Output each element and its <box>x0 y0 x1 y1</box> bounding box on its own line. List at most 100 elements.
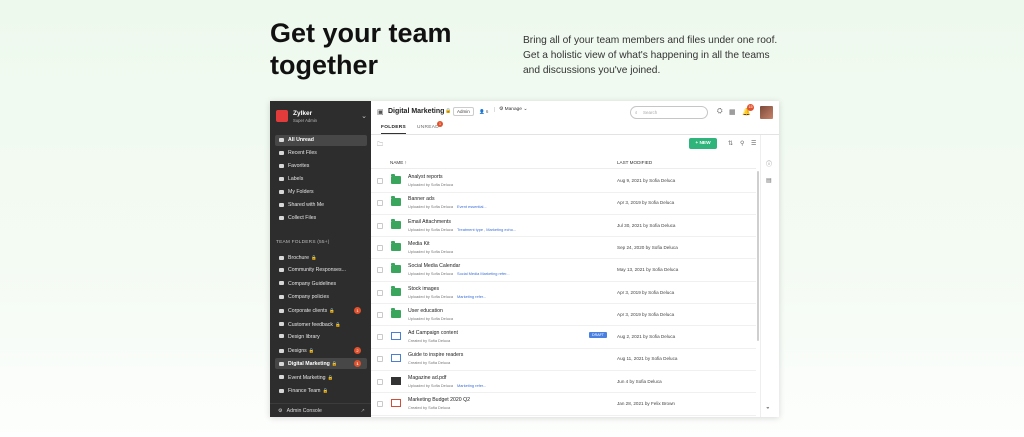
team-folder-finance-team[interactable]: Finance Team 🔒 <box>275 385 367 396</box>
sidebar-item-labels[interactable]: Labels <box>275 174 367 185</box>
file-name[interactable]: Social Media Calendar <box>408 263 460 269</box>
row-checkbox[interactable] <box>377 356 383 363</box>
file-modified: Aug 2, 2021 by Sofia Deluca <box>617 334 676 340</box>
file-name[interactable]: Guide to inspire readers <box>408 352 463 358</box>
team-folder-company-policies[interactable]: Company policies <box>275 292 367 303</box>
sidebar-item-label: Collect Files <box>288 215 317 221</box>
tab-unread[interactable]: UNREAD <box>417 125 439 130</box>
sidebar-item-my-folders[interactable]: My Folders <box>275 187 367 198</box>
file-name[interactable]: Marketing Budget 2020 Q2 <box>408 397 470 403</box>
team-folder-digital-marketing[interactable]: Digital Marketing 🔒 1 <box>275 358 367 370</box>
lock-icon: 🔒 <box>445 108 452 114</box>
team-folder-designs[interactable]: Designs 🔒 2 <box>275 345 367 356</box>
row-checkbox[interactable] <box>377 178 383 184</box>
table-row[interactable]: Analyst reports Uploaded by Sofia Deluca A… <box>371 170 756 193</box>
workspace-title: Digital Marketing <box>388 108 445 115</box>
row-checkbox[interactable] <box>377 200 383 207</box>
folder-icon <box>391 174 401 184</box>
tab-folders[interactable]: FOLDERS <box>381 125 407 134</box>
file-name[interactable]: Analyst reports <box>408 174 443 180</box>
column-header: NAME ↑ LAST MODIFIED <box>371 157 756 169</box>
row-checkbox[interactable] <box>377 244 383 251</box>
file-owner: Uploaded by Sofia Deluca <box>408 271 453 277</box>
manage-menu[interactable]: ⚙ Manage ⌄ <box>494 107 527 112</box>
table-row[interactable]: User education Uploaded by Sofia Deluca Ap… <box>371 304 756 327</box>
file-name[interactable]: Magazine ad.pdf <box>408 375 446 381</box>
org-switcher[interactable]: Zylker Super Admin ⌄ <box>276 109 368 125</box>
name-column-header[interactable]: NAME ↑ <box>390 160 407 165</box>
table-row[interactable]: Media Kit Uploaded by Sofia Deluca Sep 24,… <box>371 237 756 260</box>
team-folder-customer-feedback[interactable]: Customer feedback 🔒 <box>275 319 367 330</box>
integrations-icon[interactable]: ⛭ <box>717 108 723 116</box>
modified-column-header[interactable]: LAST MODIFIED <box>617 160 652 165</box>
row-checkbox[interactable] <box>377 267 383 274</box>
sidebar-item-collect-files[interactable]: Collect Files <box>275 213 367 224</box>
file-label[interactable]: Treatment type , Marketing echo... <box>457 227 516 232</box>
file-name[interactable]: Stock images <box>408 286 439 292</box>
table-row[interactable]: Social Media Calendar Uploaded by Sofia D… <box>371 259 756 282</box>
avatar[interactable] <box>760 106 773 119</box>
chevron-down-icon[interactable]: ⌄ <box>361 112 367 120</box>
sidebar-item-favorites[interactable]: Favorites <box>275 161 367 172</box>
table-row[interactable]: Magazine ad.pdf Uploaded by Sofia Deluca M… <box>371 371 756 394</box>
team-folder-corporate-clients[interactable]: Corporate clients 🔒 1 <box>275 305 367 316</box>
row-checkbox[interactable] <box>377 289 383 296</box>
sidebar-item-shared-with-me[interactable]: Shared with Me <box>275 200 367 211</box>
clock-icon <box>279 150 284 155</box>
table-row[interactable]: Marketing Budget 2020 Q2 Created by Sofia… <box>371 393 756 416</box>
team-folder-label: Designs <box>288 348 307 355</box>
info-icon[interactable]: ⓘ <box>766 159 772 168</box>
file-label[interactable]: Social Media Marketing refer... <box>457 271 510 276</box>
file-label[interactable]: Event essential... <box>457 204 487 209</box>
app-window: Zylker Super Admin ⌄ All Unread Recent Fi… <box>270 101 779 417</box>
team-folder-brochure[interactable]: Brochure 🔒 <box>275 252 367 263</box>
file-name[interactable]: User education <box>408 308 443 314</box>
sidebar-item-all-unread[interactable]: All Unread <box>275 135 367 146</box>
file-meta: Uploaded by Sofia Deluca <box>408 316 453 321</box>
scrollbar[interactable] <box>757 171 759 341</box>
pdf-icon <box>391 399 401 407</box>
row-checkbox[interactable] <box>377 334 383 341</box>
file-name[interactable]: Media Kit <box>408 241 430 247</box>
team-folder-event-marketing[interactable]: Event Marketing 🔒 <box>275 372 367 383</box>
table-row[interactable]: Banner ads Uploaded by Sofia Deluca Event … <box>371 192 756 215</box>
row-checkbox[interactable] <box>377 222 383 229</box>
workspace-header: ▣ Digital Marketing 🔒 Admin 👤 6 ⚙ Manage… <box>371 101 779 121</box>
team-folder-label: Customer feedback <box>288 321 333 328</box>
table-row[interactable]: Stock images Uploaded by Sofia Deluca Mark… <box>371 282 756 304</box>
file-modified: Apr 3, 2019 by Sofia Deluca <box>617 311 675 317</box>
sidebar-item-recent-files[interactable]: Recent Files <box>275 148 367 159</box>
table-row[interactable]: Ad Campaign content Created by Sofia Delu… <box>371 326 756 349</box>
row-checkbox[interactable] <box>377 311 383 318</box>
folder-tree-icon[interactable]: 🗀 <box>377 140 383 150</box>
sort-icon[interactable]: ⇅ <box>728 140 733 147</box>
role-badge: Admin <box>453 107 474 116</box>
members-count[interactable]: 👤 6 <box>479 109 488 115</box>
team-folder-design-library[interactable]: Design library <box>275 332 367 343</box>
table-row[interactable]: Guide to inspire readers Created by Sofia… <box>371 348 756 371</box>
file-name[interactable]: Email Attachments <box>408 219 451 225</box>
row-checkbox[interactable] <box>377 401 383 407</box>
file-name[interactable]: Ad Campaign content <box>408 330 458 336</box>
file-name[interactable]: Banner ads <box>408 196 435 202</box>
table-row[interactable]: Email Attachments Uploaded by Sofia Deluc… <box>371 215 756 238</box>
help-icon[interactable]: ◒ <box>766 405 770 411</box>
list-view-icon[interactable]: ☰ <box>751 140 756 147</box>
team-folder-label: Finance Team <box>288 388 321 394</box>
sidebar-item-label: Shared with Me <box>288 202 325 208</box>
search-input[interactable]: ⌕ Search <box>630 106 708 119</box>
team-folder-label: Event Marketing <box>288 374 326 381</box>
new-button[interactable]: + NEW <box>689 138 717 149</box>
activity-icon[interactable]: ▤ <box>766 177 772 184</box>
file-label[interactable]: Marketing refer... <box>457 294 486 299</box>
row-checkbox[interactable] <box>377 378 383 385</box>
apps-grid-icon[interactable]: ▦ <box>729 108 736 116</box>
file-label[interactable]: Marketing refer... <box>457 383 486 388</box>
filter-icon[interactable]: ⚲ <box>740 140 744 147</box>
admin-console-link[interactable]: ⚙ Admin Console ↗ <box>270 403 371 417</box>
external-link-icon[interactable]: ↗ <box>361 404 365 417</box>
team-folder-community-responses[interactable]: Community Responses... <box>275 265 367 276</box>
star-icon <box>279 163 284 168</box>
folder-icon <box>279 189 284 194</box>
team-folder-company-guidelines[interactable]: Company Guidelines <box>275 279 367 290</box>
